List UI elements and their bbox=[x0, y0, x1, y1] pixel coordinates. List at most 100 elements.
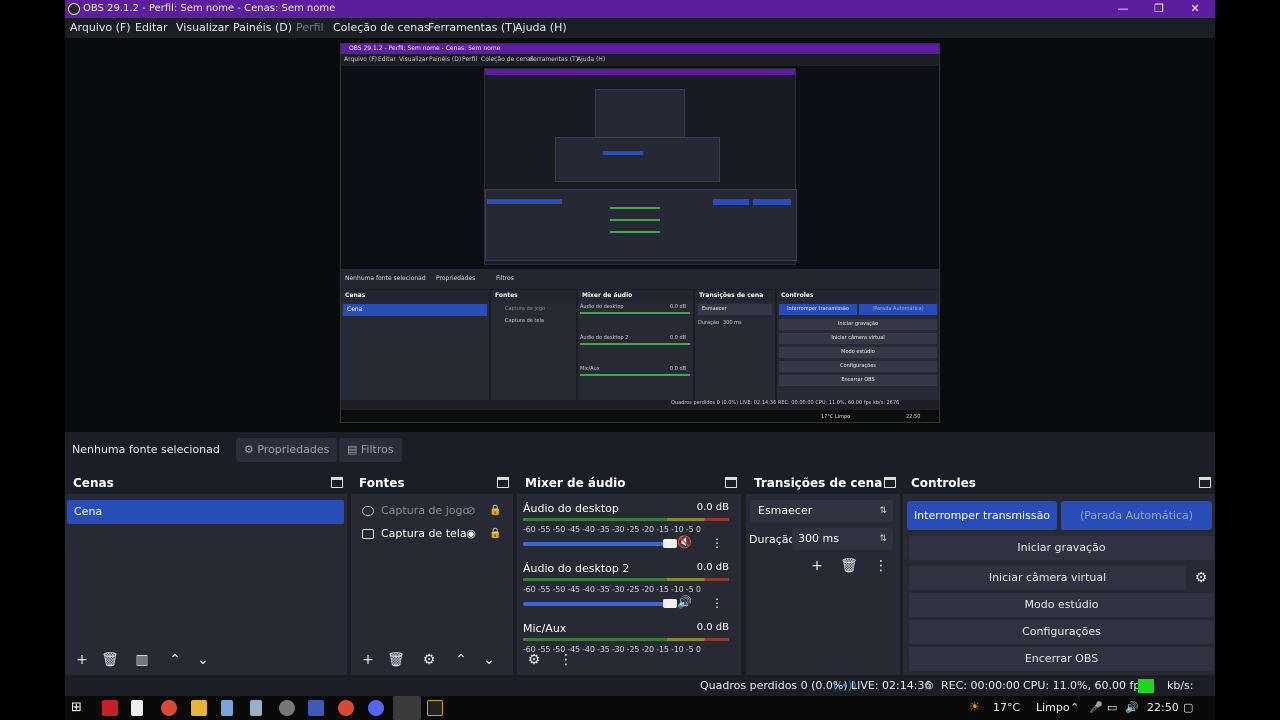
folder-icon[interactable] bbox=[191, 700, 207, 716]
stream-health-indicator bbox=[1138, 679, 1154, 693]
nested-taskbar: 17°C Limpo 22:50 bbox=[341, 410, 939, 422]
notification-icon[interactable]: ▢ bbox=[1183, 696, 1193, 720]
auto-stop-button[interactable]: (Parada Automática) bbox=[1061, 501, 1212, 530]
scene-item[interactable]: Cena bbox=[67, 500, 344, 524]
chrome-icon[interactable] bbox=[338, 700, 354, 716]
menu-editar[interactable]: Editar bbox=[135, 18, 168, 38]
document-icon[interactable] bbox=[221, 700, 233, 716]
studio-mode-button[interactable]: Modo estúdio bbox=[909, 593, 1214, 617]
menu-colecao-cenas[interactable]: Coleção de cenas bbox=[333, 18, 430, 38]
menu-paineis[interactable]: Painéis (D) bbox=[233, 18, 292, 38]
duration-spinbox[interactable]: 300 ms ⇅ bbox=[792, 528, 893, 550]
gear-icon[interactable]: ⚙ bbox=[1190, 567, 1212, 589]
volume-slider[interactable] bbox=[523, 599, 677, 608]
file-icon[interactable] bbox=[131, 700, 143, 716]
move-up-icon[interactable]: ⌃ bbox=[164, 649, 186, 671]
nested-menu-item: Arquivo (F) bbox=[344, 56, 378, 63]
mixer-settings-icon[interactable]: ⚙ bbox=[523, 649, 545, 671]
nested-menu-item: Ajuda (H) bbox=[577, 56, 606, 63]
scene-filters-button[interactable]: ▥ bbox=[131, 649, 153, 671]
menu-arquivo[interactable]: Arquivo (F) bbox=[70, 18, 131, 38]
app-icon[interactable] bbox=[102, 700, 118, 716]
speaker-icon[interactable]: 🔊 bbox=[677, 595, 695, 609]
chrome-icon[interactable] bbox=[161, 700, 177, 716]
undock-icon[interactable] bbox=[331, 477, 343, 488]
exit-button[interactable]: Encerrar OBS bbox=[909, 647, 1214, 671]
more-options-icon[interactable]: ⋮ bbox=[711, 536, 723, 550]
nested-menu-item: Visualizar bbox=[399, 56, 428, 63]
undock-icon[interactable] bbox=[1199, 477, 1211, 488]
windows-start-icon[interactable]: ⊞ bbox=[71, 701, 82, 715]
preview-nested-screenshot: OBS 29.1.2 - Perfil: Sem nome - Cenas: S… bbox=[340, 43, 940, 423]
deeper-nested-window bbox=[484, 68, 797, 265]
lock-icon[interactable]: 🔒 bbox=[489, 528, 501, 540]
start-recording-button[interactable]: Iniciar gravação bbox=[909, 536, 1214, 560]
minimize-button[interactable]: — bbox=[1106, 0, 1140, 18]
visibility-hidden-icon[interactable]: ⊘ bbox=[464, 504, 478, 518]
undock-icon[interactable] bbox=[497, 477, 509, 488]
nested-status: Quadros perdidos 0 (0.0%) LIVE: 02:14:36… bbox=[671, 400, 900, 406]
transitions-dock-title: Transições de cena bbox=[754, 476, 883, 490]
window-title: OBS 29.1.2 - Perfil: Sem nome - Cenas: S… bbox=[83, 3, 336, 14]
transition-select[interactable]: Esmaecer ⇅ bbox=[750, 500, 893, 522]
network-icon[interactable]: ▭ bbox=[1107, 696, 1117, 720]
lock-icon[interactable]: 🔒 bbox=[489, 505, 501, 517]
microphone-icon[interactable]: 🎤 bbox=[1089, 696, 1103, 720]
visibility-icon[interactable]: ◉ bbox=[464, 527, 478, 541]
delete-scene-button[interactable]: 🗑 bbox=[99, 649, 121, 671]
menu-visualizar[interactable]: Visualizar bbox=[176, 18, 229, 38]
channel-db: 0.0 dB bbox=[696, 502, 729, 513]
menu-ajuda[interactable]: Ajuda (H) bbox=[515, 18, 567, 38]
meter-ticks: -60 -55 -50 -45 -40 -35 -30 -25 -20 -15 … bbox=[523, 525, 701, 534]
meter-ticks: -60 -55 -50 -45 -40 -35 -30 -25 -20 -15 … bbox=[523, 645, 701, 654]
source-settings-button[interactable]: ⚙ bbox=[418, 649, 440, 671]
source-item[interactable]: Captura de jogo bbox=[359, 501, 499, 521]
add-scene-button[interactable]: + bbox=[71, 649, 93, 671]
close-button[interactable]: ✕ bbox=[1178, 0, 1212, 18]
editor-icon[interactable] bbox=[308, 700, 324, 716]
app-icon[interactable] bbox=[279, 700, 295, 716]
menu-ferramentas[interactable]: Ferramentas (T) bbox=[428, 18, 516, 38]
start-virtual-camera-button[interactable]: Iniciar câmera virtual bbox=[909, 566, 1186, 590]
status-bar: Quadros perdidos 0 (0.0%) ((•)) LIVE: 02… bbox=[65, 676, 1215, 696]
nested-menu-item: Painéis (D) bbox=[429, 56, 462, 63]
level-meter bbox=[523, 638, 729, 641]
weather-temp: 17°C bbox=[993, 701, 1021, 714]
undock-icon[interactable] bbox=[725, 477, 737, 488]
delete-source-button[interactable]: 🗑 bbox=[385, 649, 407, 671]
discord-icon[interactable] bbox=[368, 700, 384, 716]
settings-button[interactable]: Configurações bbox=[909, 620, 1214, 644]
menu-perfil[interactable]: Perfil bbox=[296, 18, 324, 38]
more-options-icon[interactable]: ⋮ bbox=[711, 596, 723, 610]
move-up-icon[interactable]: ⌃ bbox=[450, 649, 472, 671]
more-options-icon[interactable]: ⋮ bbox=[555, 649, 577, 671]
add-source-button[interactable]: + bbox=[357, 649, 379, 671]
restore-button[interactable]: ❐ bbox=[1142, 0, 1176, 18]
filters-button[interactable]: ▤ Filtros bbox=[339, 438, 402, 462]
nested-menu-item: Editar bbox=[378, 56, 396, 63]
nested-menu-item: Ferramentas (T) bbox=[530, 56, 579, 63]
speaker-icon[interactable]: 🔊 bbox=[1125, 696, 1139, 720]
properties-button[interactable]: ⚙ Propriedades bbox=[236, 438, 338, 462]
add-transition-button[interactable]: + bbox=[806, 555, 828, 577]
volume-slider[interactable] bbox=[523, 539, 677, 548]
chevron-up-icon[interactable]: ⌃ bbox=[1070, 696, 1079, 720]
app-icon[interactable] bbox=[427, 700, 443, 716]
stop-stream-button[interactable]: Interromper transmissão bbox=[907, 501, 1057, 530]
notepad-icon[interactable] bbox=[250, 700, 262, 716]
muted-speaker-icon[interactable]: 🔇 bbox=[677, 535, 695, 549]
more-options-icon[interactable]: ⋮ bbox=[870, 555, 892, 577]
weather-text: Limpo bbox=[1036, 701, 1070, 714]
delete-transition-button[interactable]: 🗑 bbox=[838, 555, 860, 577]
source-item[interactable]: Captura de tela bbox=[359, 524, 499, 544]
transitions-dock-header: Transições de cena bbox=[746, 472, 900, 494]
obs-taskbar-icon[interactable] bbox=[393, 696, 421, 720]
undock-icon[interactable] bbox=[884, 477, 896, 488]
preview-canvas[interactable]: OBS 29.1.2 - Perfil: Sem nome - Cenas: S… bbox=[65, 38, 1215, 432]
move-down-icon[interactable]: ⌄ bbox=[478, 649, 500, 671]
move-down-icon[interactable]: ⌄ bbox=[192, 649, 214, 671]
meter-ticks: -60 -55 -50 -45 -40 -35 -30 -25 -20 -15 … bbox=[523, 585, 701, 594]
duration-value: 300 ms bbox=[798, 532, 839, 545]
mixer-dock: Mixer de áudio Áudio do desktop 0.0 dB -… bbox=[517, 472, 741, 675]
channel-db: 0.0 dB bbox=[696, 622, 729, 633]
